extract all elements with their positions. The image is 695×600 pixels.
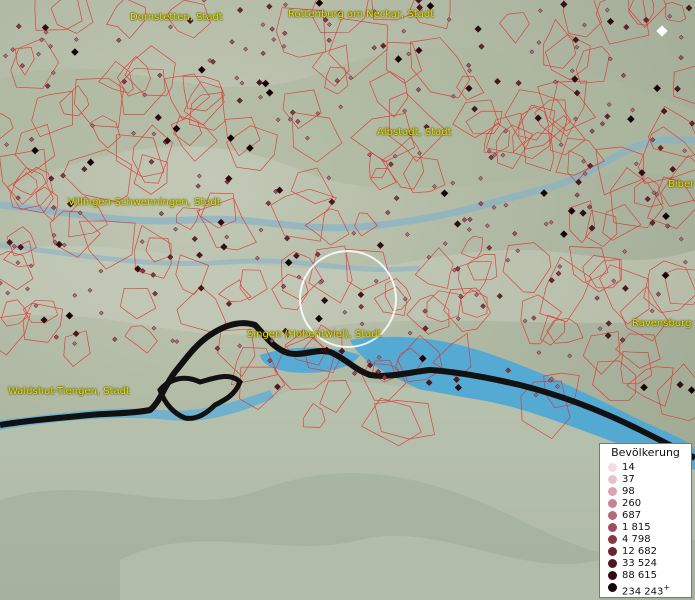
legend-row-8: 33 524 <box>604 558 690 570</box>
city-label-villingen[interactable]: Villingen-Schwenningen, Stadt <box>68 197 221 208</box>
legend-value: 260 <box>622 498 642 509</box>
legend-value: 234 243+ <box>622 582 670 598</box>
legend-value: 98 <box>622 486 635 497</box>
legend-swatch-icon <box>608 583 617 592</box>
legend-swatch-icon <box>608 463 617 472</box>
legend-swatch-icon <box>608 523 617 532</box>
legend-swatch-icon <box>608 499 617 508</box>
legend-row-2: 98 <box>604 486 690 498</box>
city-label-dornstetten[interactable]: Dornstetten, Stadt <box>130 12 223 23</box>
legend-swatch-icon <box>608 559 617 568</box>
legend-value: 14 <box>622 462 635 473</box>
legend-value-suffix: + <box>663 583 671 592</box>
legend-swatch-icon <box>608 475 617 484</box>
legend-swatch-icon <box>608 547 617 556</box>
legend-row-9: 88 615 <box>604 570 690 582</box>
legend-row-4: 687 <box>604 510 690 522</box>
legend-row-10: 234 243+ <box>604 582 690 597</box>
legend-row-1: 37 <box>604 474 690 486</box>
legend-value: 687 <box>622 510 642 521</box>
legend-value: 88 615 <box>622 570 657 581</box>
legend-row-5: 1 815 <box>604 522 690 534</box>
city-label-rottenburg[interactable]: Rottenburg am Neckar, Stadt <box>288 9 434 20</box>
legend-row-7: 12 682 <box>604 546 690 558</box>
legend-swatch-icon <box>608 487 617 496</box>
legend-value: 37 <box>622 474 635 485</box>
legend-title: Bevölkerung <box>611 446 680 459</box>
legend-swatch-icon <box>608 511 617 520</box>
city-label-albstadt[interactable]: Albstadt, Stadt <box>377 127 452 138</box>
legend-value: 33 524 <box>622 558 657 569</box>
city-label-ravensburg[interactable]: Ravensburg <box>632 318 691 329</box>
population-legend: Bevölkerung 14 37 98 260 687 1 815 4 798… <box>599 443 692 598</box>
legend-row-6: 4 798 <box>604 534 690 546</box>
legend-value: 4 798 <box>622 534 651 545</box>
legend-swatch-icon <box>608 535 617 544</box>
city-label-biberach[interactable]: Biber <box>668 179 694 190</box>
legend-swatch-icon <box>608 571 617 580</box>
legend-value-text: 234 243 <box>622 586 664 598</box>
legend-row-3: 260 <box>604 498 690 510</box>
legend-row-0: 14 <box>604 462 690 474</box>
legend-value: 12 682 <box>622 546 657 557</box>
city-label-waldshut[interactable]: Waldshut-Tiengen, Stadt <box>8 386 130 397</box>
city-label-singen[interactable]: Singen (Hohentwiel), Stadt <box>247 329 382 340</box>
legend-value: 1 815 <box>622 522 651 533</box>
